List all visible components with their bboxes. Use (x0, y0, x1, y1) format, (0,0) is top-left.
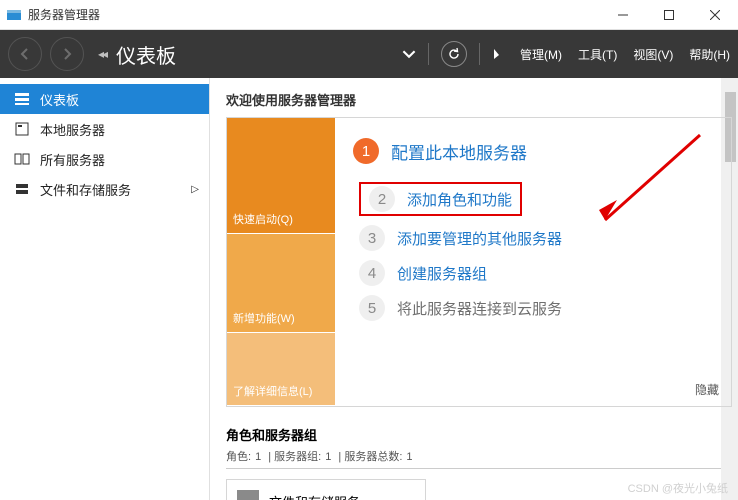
app-icon (6, 7, 22, 23)
storage-icon (14, 181, 30, 197)
sidebar-item-label: 所有服务器 (40, 150, 105, 169)
role-card-label: 文件和存储服务 (269, 492, 360, 500)
minimize-button[interactable] (600, 0, 646, 30)
task-label: 配置此本地服务器 (391, 139, 527, 164)
task-add-roles[interactable]: 2 添加角色和功能 (359, 182, 717, 216)
chevron-right-icon: ▷ (191, 184, 199, 195)
maximize-button[interactable] (646, 0, 692, 30)
welcome-panel: 快速启动(Q) 新增功能(W) 了解详细信息(L) 1 配置此本地服务器 2 添… (226, 117, 732, 407)
refresh-button[interactable] (441, 41, 467, 67)
toolbar-divider (428, 43, 429, 65)
storage-icon (237, 490, 259, 500)
menu-view[interactable]: 视图(V) (633, 46, 673, 63)
sidebar: 仪表板 本地服务器 所有服务器 文件和存储服务 ▷ (0, 78, 210, 500)
close-button[interactable] (692, 0, 738, 30)
annotation-highlight: 2 添加角色和功能 (359, 182, 522, 216)
task-number: 2 (369, 186, 395, 212)
sidebar-item-label: 本地服务器 (40, 120, 105, 139)
sidebar-item-all-servers[interactable]: 所有服务器 (0, 144, 209, 174)
sidebar-item-local-server[interactable]: 本地服务器 (0, 114, 209, 144)
nav-forward-button[interactable] (50, 37, 84, 71)
roles-title: 角色和服务器组 (226, 425, 732, 444)
tile-learn-more[interactable]: 了解详细信息(L) (227, 333, 335, 406)
task-number: 1 (353, 138, 379, 164)
task-label: 添加角色和功能 (407, 189, 512, 210)
sidebar-item-dashboard[interactable]: 仪表板 (0, 84, 209, 114)
notifications-button[interactable] (492, 47, 506, 61)
task-label: 将此服务器连接到云服务 (397, 298, 562, 319)
task-number: 5 (359, 295, 385, 321)
role-card-file-storage[interactable]: 文件和存储服务 (226, 479, 426, 500)
breadcrumb-dropdown[interactable] (402, 47, 416, 61)
sidebar-item-label: 仪表板 (40, 90, 79, 109)
toolbar: ◂◂ 仪表板 管理(M) 工具(T) 视图(V) 帮助(H) (0, 30, 738, 78)
sidebar-item-file-storage[interactable]: 文件和存储服务 ▷ (0, 174, 209, 204)
breadcrumb-title: 仪表板 (116, 40, 176, 69)
server-icon (14, 121, 30, 137)
watermark: CSDN @夜光小兔纸 (628, 480, 728, 496)
dashboard-icon (14, 91, 30, 107)
breadcrumb-separator: ◂◂ (98, 47, 106, 61)
task-add-servers[interactable]: 3 添加要管理的其他服务器 (359, 225, 717, 251)
menu-tools[interactable]: 工具(T) (578, 46, 617, 63)
tile-quick-start[interactable]: 快速启动(Q) (227, 118, 335, 234)
nav-back-button[interactable] (8, 37, 42, 71)
menu-help[interactable]: 帮助(H) (689, 46, 730, 63)
welcome-heading: 欢迎使用服务器管理器 (226, 90, 732, 109)
title-bar: 服务器管理器 (0, 0, 738, 30)
task-number: 3 (359, 225, 385, 251)
roles-subtitle: 角色:1 | 服务器组:1 | 服务器总数:1 (226, 448, 732, 469)
task-create-group[interactable]: 4 创建服务器组 (359, 260, 717, 286)
task-label: 创建服务器组 (397, 263, 487, 284)
menu-manage[interactable]: 管理(M) (520, 46, 562, 63)
task-connect-cloud[interactable]: 5 将此服务器连接到云服务 (359, 295, 717, 321)
toolbar-divider (479, 43, 480, 65)
tile-whats-new[interactable]: 新增功能(W) (227, 234, 335, 333)
content-area: 欢迎使用服务器管理器 快速启动(Q) 新增功能(W) 了解详细信息(L) 1 配… (210, 78, 738, 500)
task-number: 4 (359, 260, 385, 286)
servers-icon (14, 151, 30, 167)
sidebar-item-label: 文件和存储服务 (40, 180, 131, 199)
task-label: 添加要管理的其他服务器 (397, 228, 562, 249)
window-title: 服务器管理器 (28, 6, 600, 23)
task-configure-local[interactable]: 1 配置此本地服务器 (353, 138, 717, 164)
hide-link[interactable]: 隐藏 (695, 381, 719, 398)
